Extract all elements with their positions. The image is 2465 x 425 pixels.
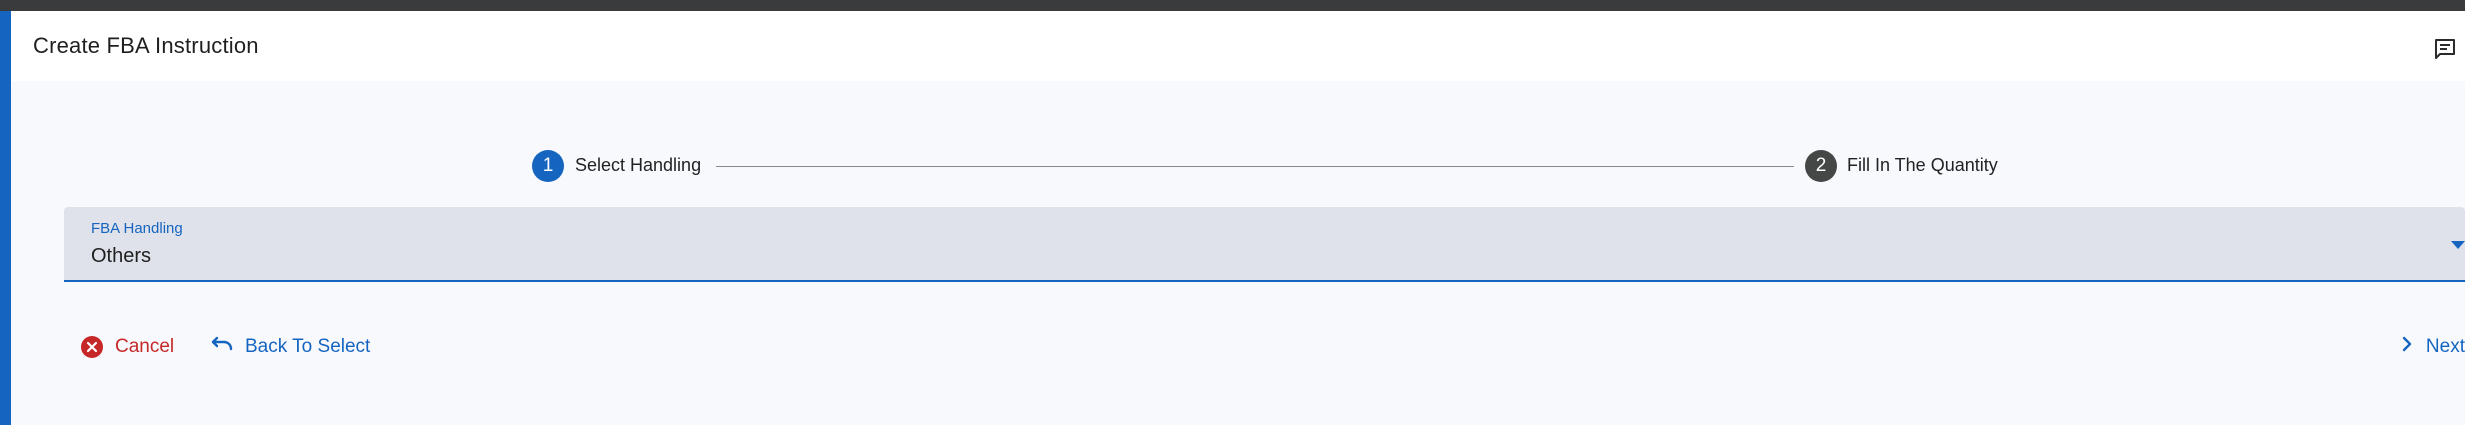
dialog-title: Create FBA Instruction <box>33 33 259 58</box>
comment-button[interactable] <box>2397 31 2457 67</box>
back-to-select-button[interactable]: Back To Select <box>211 327 370 367</box>
create-fba-instruction-dialog: Create FBA Instruction 1 Select Handling… <box>11 11 2465 425</box>
step-1-indicator[interactable]: 1 <box>532 150 564 182</box>
dialog-header: Create FBA Instruction <box>11 11 2465 81</box>
dialog-actions: Cancel Back To Select Next <box>11 327 2465 367</box>
window-top-bar <box>0 0 2465 11</box>
stepper: 1 Select Handling 2 Fill In The Quantity <box>11 139 2465 193</box>
cancel-icon <box>81 336 103 358</box>
next-label: Next <box>2425 336 2465 357</box>
next-button[interactable]: Next <box>2400 327 2465 367</box>
left-edge-bar <box>0 11 11 425</box>
fba-handling-label: FBA Handling <box>91 220 183 237</box>
step-2-label[interactable]: Fill In The Quantity <box>1847 155 1998 176</box>
fba-handling-select[interactable]: FBA Handling Others <box>64 207 2465 282</box>
step-connector <box>716 166 1794 167</box>
fba-handling-value: Others <box>91 245 152 267</box>
comment-icon <box>2433 37 2457 61</box>
dropdown-arrow-icon[interactable] <box>2451 241 2465 249</box>
cancel-label: Cancel <box>115 336 175 357</box>
chevron-right-icon <box>2400 335 2414 359</box>
step-1-label[interactable]: Select Handling <box>575 155 701 176</box>
step-2-indicator[interactable]: 2 <box>1805 150 1837 182</box>
undo-icon <box>211 334 233 360</box>
cancel-button[interactable]: Cancel <box>81 327 174 367</box>
back-to-select-label: Back To Select <box>245 336 371 357</box>
